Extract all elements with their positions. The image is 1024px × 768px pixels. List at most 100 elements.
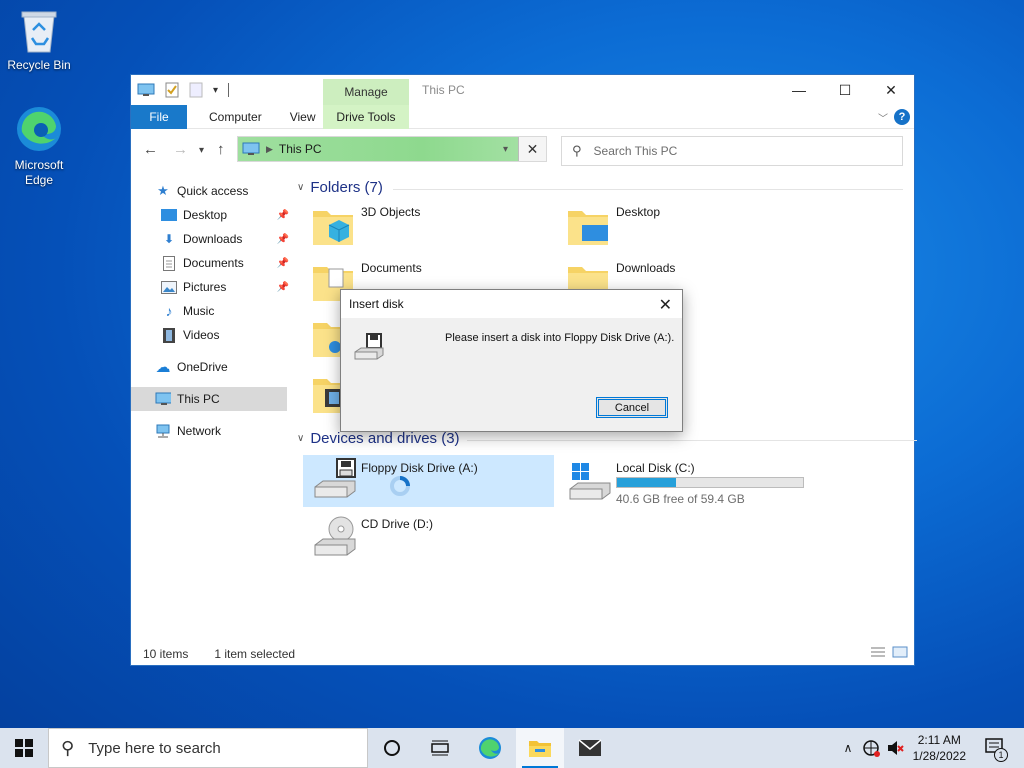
taskbar-search-placeholder: Type here to search — [88, 739, 221, 757]
nav-quick-access[interactable]: ★ Quick access — [131, 179, 291, 203]
insert-disk-dialog: Insert disk ✕ Please insert a disk into … — [340, 289, 683, 432]
drive-floppy[interactable]: Floppy Disk Drive (A:) — [303, 455, 554, 507]
taskbar-edge[interactable] — [466, 728, 514, 768]
header-divider — [393, 189, 903, 190]
address-text: This PC — [278, 142, 322, 156]
nav-network[interactable]: Network — [131, 419, 291, 443]
nav-quick-access-label: Quick access — [177, 184, 249, 198]
nav-onedrive[interactable]: ☁ OneDrive — [131, 355, 291, 379]
document-icon — [161, 255, 177, 271]
tab-drive-tools[interactable]: Drive Tools — [323, 104, 409, 129]
ribbon-expand-icon[interactable]: ﹀ — [878, 110, 888, 125]
task-view-button[interactable] — [416, 728, 464, 768]
mail-icon — [578, 739, 602, 756]
pin-icon[interactable]: 📌 — [277, 282, 289, 293]
search-icon: ⚲ — [572, 143, 582, 158]
up-arrow-icon[interactable]: ↑ — [217, 141, 225, 158]
close-button[interactable]: ✕ — [868, 75, 914, 105]
pin-icon[interactable]: 📌 — [277, 258, 289, 269]
minimize-button[interactable]: — — [776, 75, 822, 105]
taskbar-file-explorer[interactable] — [516, 728, 564, 768]
nav-downloads-label: Downloads — [183, 232, 243, 246]
cancel-button[interactable]: Cancel — [596, 397, 668, 418]
back-arrow-icon[interactable]: ← — [143, 141, 158, 158]
star-icon: ★ — [157, 183, 169, 198]
microsoft-edge-icon — [479, 737, 501, 759]
desktop-folder-icon — [568, 211, 608, 245]
cd-drive-label: CD Drive (D:) — [361, 517, 433, 531]
nav-videos[interactable]: Videos — [131, 323, 291, 347]
nav-this-pc[interactable]: This PC — [131, 387, 287, 411]
dialog-close-icon[interactable]: ✕ — [659, 295, 672, 315]
floppy-disk-icon — [353, 332, 385, 365]
details-view-icon[interactable] — [870, 646, 886, 661]
tab-file[interactable]: File — [131, 104, 187, 129]
nav-desktop[interactable]: Desktop 📌 — [131, 203, 291, 227]
action-center-button[interactable]: 1 — [978, 728, 1014, 768]
customize-qat-icon[interactable]: ▾ — [213, 85, 218, 96]
notification-count-badge: 1 — [994, 748, 1008, 762]
maximize-button[interactable]: ☐ — [822, 75, 868, 105]
recycle-bin-label: Recycle Bin — [7, 58, 71, 72]
pin-icon[interactable]: 📌 — [277, 234, 289, 245]
large-icons-view-icon[interactable] — [892, 646, 908, 661]
navigation-bar: ← → ▾ ↑ ▶ This PC ▾ ✕ ⚲ Search This PC — [131, 133, 914, 167]
manage-context-label: Manage — [323, 79, 409, 105]
cd-drive-icon — [314, 516, 356, 556]
nav-music-label: Music — [183, 304, 215, 318]
nav-documents[interactable]: Documents 📌 — [131, 251, 291, 275]
forward-arrow-icon[interactable]: → — [173, 141, 188, 158]
folder-label: Documents — [361, 261, 422, 275]
folder-desktop[interactable]: Desktop — [558, 199, 808, 251]
network-tray-icon[interactable] — [860, 728, 882, 768]
nav-downloads[interactable]: ⬇ Downloads 📌 — [131, 227, 291, 251]
drive-local-c[interactable]: Local Disk (C:) 40.6 GB free of 59.4 GB — [558, 455, 818, 507]
new-folder-icon[interactable] — [189, 82, 203, 98]
tab-computer[interactable]: Computer — [195, 105, 276, 129]
taskbar-clock[interactable]: 2:11 AM 1/28/2022 — [913, 732, 966, 764]
download-arrow-icon: ⬇ — [163, 232, 175, 246]
search-icon: ⚲ — [61, 737, 75, 758]
folder-3d-objects[interactable]: 3D Objects — [303, 199, 553, 251]
taskbar-search-box[interactable]: ⚲ Type here to search — [48, 728, 368, 768]
drive-cd-d[interactable]: CD Drive (D:) — [303, 511, 553, 563]
computer-icon — [155, 391, 171, 407]
volume-muted-icon[interactable] — [884, 728, 906, 768]
search-box[interactable]: ⚲ Search This PC — [561, 136, 903, 166]
3d-objects-folder-icon — [313, 211, 353, 245]
computer-icon[interactable] — [137, 83, 155, 97]
help-icon[interactable]: ? — [894, 109, 910, 125]
recent-locations-icon[interactable]: ▾ — [199, 145, 204, 156]
address-clear-icon[interactable]: ✕ — [518, 137, 546, 161]
search-placeholder: Search This PC — [593, 144, 678, 158]
properties-icon[interactable] — [165, 82, 179, 98]
edge-label: Microsoft Edge — [14, 158, 64, 187]
nav-onedrive-label: OneDrive — [177, 360, 228, 374]
recycle-bin-icon — [21, 11, 57, 53]
cortana-button[interactable] — [368, 728, 416, 768]
nav-pictures[interactable]: Pictures 📌 — [131, 275, 291, 299]
status-item-count: 10 items — [143, 647, 189, 661]
address-bar[interactable]: ▶ This PC ▾ ✕ — [237, 136, 547, 162]
tab-view[interactable]: View — [276, 105, 330, 129]
edge-desktop-icon[interactable]: Microsoft Edge — [1, 104, 77, 188]
show-hidden-icons-chevron-icon[interactable]: ∧ — [838, 728, 858, 768]
floppy-drive-label: Floppy Disk Drive (A:) — [361, 461, 478, 475]
devices-group-header[interactable]: ∨ Devices and drives (3) — [297, 430, 917, 447]
nav-videos-label: Videos — [183, 328, 220, 342]
film-icon — [161, 327, 177, 343]
chevron-down-icon: ∨ — [297, 182, 305, 193]
taskbar-mail[interactable] — [566, 728, 614, 768]
folder-label: Desktop — [616, 205, 661, 219]
breadcrumb-chevron-icon: ▶ — [266, 143, 273, 154]
address-dropdown-icon[interactable]: ▾ — [503, 144, 508, 155]
pin-icon[interactable]: 📌 — [277, 210, 289, 221]
recycle-bin-desktop-icon[interactable]: Recycle Bin — [1, 8, 77, 72]
devices-header-label: Devices and drives (3) — [310, 430, 460, 447]
disk-usage-bar — [616, 477, 804, 488]
start-button[interactable] — [0, 728, 48, 768]
nav-pictures-label: Pictures — [183, 280, 227, 294]
cloud-icon: ☁ — [155, 359, 171, 376]
nav-music[interactable]: ♪ Music — [131, 299, 291, 323]
folders-group-header[interactable]: ∨ Folders (7) — [297, 179, 903, 196]
